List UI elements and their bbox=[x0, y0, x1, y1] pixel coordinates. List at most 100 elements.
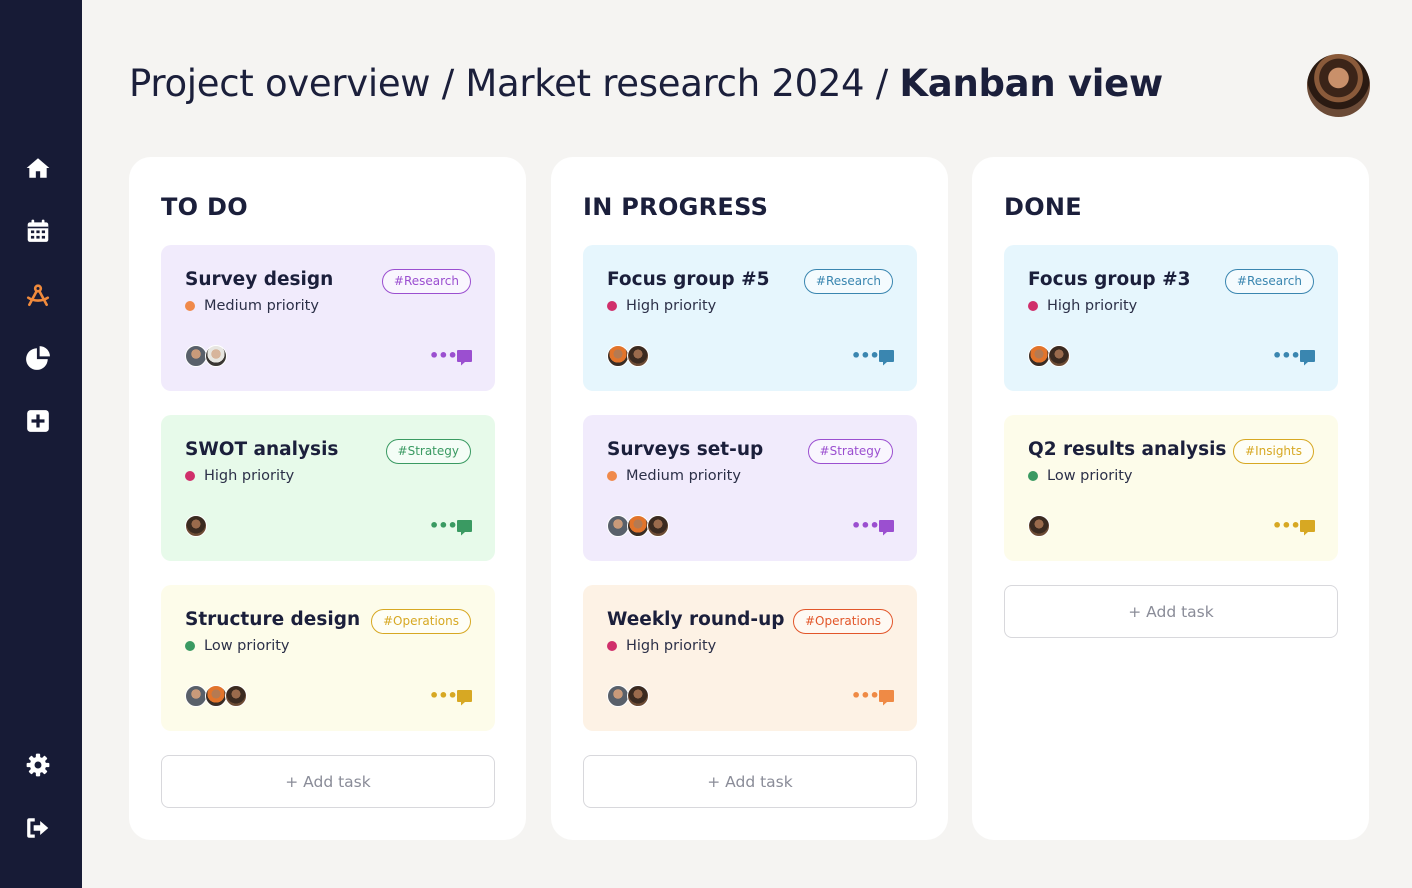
task-card[interactable]: SWOT analysis #Strategy High priority ••… bbox=[161, 415, 495, 561]
comment-icon[interactable] bbox=[878, 519, 895, 536]
add-task-button[interactable]: + Add task bbox=[583, 755, 917, 808]
task-tag[interactable]: #Strategy bbox=[807, 439, 893, 464]
add-task-button[interactable]: + Add task bbox=[1004, 585, 1338, 638]
task-title: Weekly round-up bbox=[607, 609, 785, 630]
priority-dot bbox=[1028, 301, 1038, 311]
more-options-icon[interactable]: ••• bbox=[429, 348, 458, 364]
assignee-avatar[interactable] bbox=[627, 345, 649, 367]
priority-dot bbox=[185, 471, 195, 481]
task-priority: High priority bbox=[607, 298, 716, 314]
priority-label: High priority bbox=[204, 468, 295, 484]
task-card[interactable]: Structure design #Operations Low priorit… bbox=[161, 585, 495, 731]
task-card[interactable]: Q2 results analysis #Insights Low priori… bbox=[1004, 415, 1338, 561]
more-options-icon[interactable]: ••• bbox=[429, 688, 458, 704]
task-priority: Medium priority bbox=[607, 468, 741, 484]
assignee-avatar[interactable] bbox=[627, 515, 649, 537]
assignee-avatar[interactable] bbox=[627, 685, 649, 707]
comment-icon[interactable] bbox=[878, 689, 895, 706]
task-card[interactable]: Focus group #5 #Research High priority •… bbox=[583, 245, 917, 391]
assignee-avatar[interactable] bbox=[185, 515, 207, 537]
task-tag[interactable]: #Research bbox=[1224, 269, 1314, 294]
breadcrumb-current: Kanban view bbox=[899, 62, 1163, 105]
assignee-avatar[interactable] bbox=[1048, 345, 1070, 367]
column-in-progress: IN PROGRESS Focus group #5 #Research Hig… bbox=[551, 157, 948, 840]
assignee-avatar[interactable] bbox=[647, 515, 669, 537]
user-avatar[interactable] bbox=[1307, 54, 1370, 117]
priority-dot bbox=[185, 641, 195, 651]
task-card[interactable]: Survey design #Research Medium priority … bbox=[161, 245, 495, 391]
more-options-icon[interactable]: ••• bbox=[851, 688, 880, 704]
column-title: TO DO bbox=[161, 193, 248, 221]
task-tag[interactable]: #Research bbox=[381, 269, 471, 294]
assignee-avatar[interactable] bbox=[1028, 515, 1050, 537]
task-priority: High priority bbox=[607, 638, 716, 654]
sidebar-item-calendar[interactable] bbox=[21, 214, 55, 248]
priority-label: High priority bbox=[1047, 298, 1138, 314]
task-priority: Medium priority bbox=[185, 298, 319, 314]
task-assignees bbox=[185, 685, 247, 707]
assignee-avatar[interactable] bbox=[205, 685, 227, 707]
more-options-icon[interactable]: ••• bbox=[851, 518, 880, 534]
more-options-icon[interactable]: ••• bbox=[1272, 518, 1301, 534]
comment-icon[interactable] bbox=[1299, 519, 1316, 536]
task-tag[interactable]: #Strategy bbox=[385, 439, 471, 464]
tools-icon bbox=[26, 284, 50, 307]
assignee-avatar[interactable] bbox=[185, 685, 207, 707]
comment-icon[interactable] bbox=[456, 349, 473, 366]
add-task-button[interactable]: + Add task bbox=[161, 755, 495, 808]
assignee-avatar[interactable] bbox=[1028, 345, 1050, 367]
task-title: Surveys set-up bbox=[607, 439, 764, 460]
task-title: Focus group #5 bbox=[607, 269, 770, 290]
column-title: IN PROGRESS bbox=[583, 193, 769, 221]
gear-icon bbox=[26, 753, 50, 777]
more-options-icon[interactable]: ••• bbox=[429, 518, 458, 534]
priority-dot bbox=[607, 641, 617, 651]
task-assignees bbox=[1028, 515, 1050, 537]
priority-label: Medium priority bbox=[626, 468, 741, 484]
task-tag[interactable]: #Research bbox=[803, 269, 893, 294]
assignee-avatar[interactable] bbox=[225, 685, 247, 707]
task-assignees bbox=[607, 345, 649, 367]
task-assignees bbox=[185, 515, 207, 537]
task-card[interactable]: Focus group #3 #Research High priority •… bbox=[1004, 245, 1338, 391]
priority-label: Medium priority bbox=[204, 298, 319, 314]
breadcrumb-project[interactable]: Project overview bbox=[129, 62, 431, 105]
priority-dot bbox=[185, 301, 195, 311]
priority-label: Low priority bbox=[204, 638, 290, 654]
task-tag[interactable]: #Insights bbox=[1233, 439, 1314, 464]
sidebar-item-tools[interactable] bbox=[21, 278, 55, 312]
task-assignees bbox=[1028, 345, 1070, 367]
sidebar bbox=[0, 0, 82, 888]
assignee-avatar[interactable] bbox=[607, 515, 629, 537]
logout-icon bbox=[27, 818, 49, 838]
task-title: Focus group #3 bbox=[1028, 269, 1191, 290]
priority-dot bbox=[607, 301, 617, 311]
calendar-icon bbox=[27, 219, 49, 242]
task-assignees bbox=[607, 685, 649, 707]
sidebar-item-reports[interactable] bbox=[21, 341, 55, 375]
task-card[interactable]: Surveys set-up #Strategy Medium priority… bbox=[583, 415, 917, 561]
task-assignees bbox=[185, 345, 227, 367]
assignee-avatar[interactable] bbox=[607, 345, 629, 367]
task-tag[interactable]: #Operations bbox=[370, 609, 471, 634]
assignee-avatar[interactable] bbox=[205, 345, 227, 367]
task-tag[interactable]: #Operations bbox=[792, 609, 893, 634]
assignee-avatar[interactable] bbox=[185, 345, 207, 367]
breadcrumb-market-research[interactable]: Market research 2024 bbox=[465, 62, 864, 105]
task-title: Survey design bbox=[185, 269, 334, 290]
comment-icon[interactable] bbox=[878, 349, 895, 366]
comment-icon[interactable] bbox=[1299, 349, 1316, 366]
comment-icon[interactable] bbox=[456, 519, 473, 536]
more-options-icon[interactable]: ••• bbox=[1272, 348, 1301, 364]
more-options-icon[interactable]: ••• bbox=[851, 348, 880, 364]
assignee-avatar[interactable] bbox=[607, 685, 629, 707]
column-title: DONE bbox=[1004, 193, 1083, 221]
task-card[interactable]: Weekly round-up #Operations High priorit… bbox=[583, 585, 917, 731]
sidebar-item-home[interactable] bbox=[21, 151, 55, 185]
priority-label: Low priority bbox=[1047, 468, 1133, 484]
breadcrumb: Project overview / Market research 2024 … bbox=[129, 62, 1163, 105]
sidebar-item-add[interactable] bbox=[21, 404, 55, 438]
comment-icon[interactable] bbox=[456, 689, 473, 706]
sidebar-item-logout[interactable] bbox=[21, 811, 55, 845]
sidebar-item-settings[interactable] bbox=[21, 748, 55, 782]
